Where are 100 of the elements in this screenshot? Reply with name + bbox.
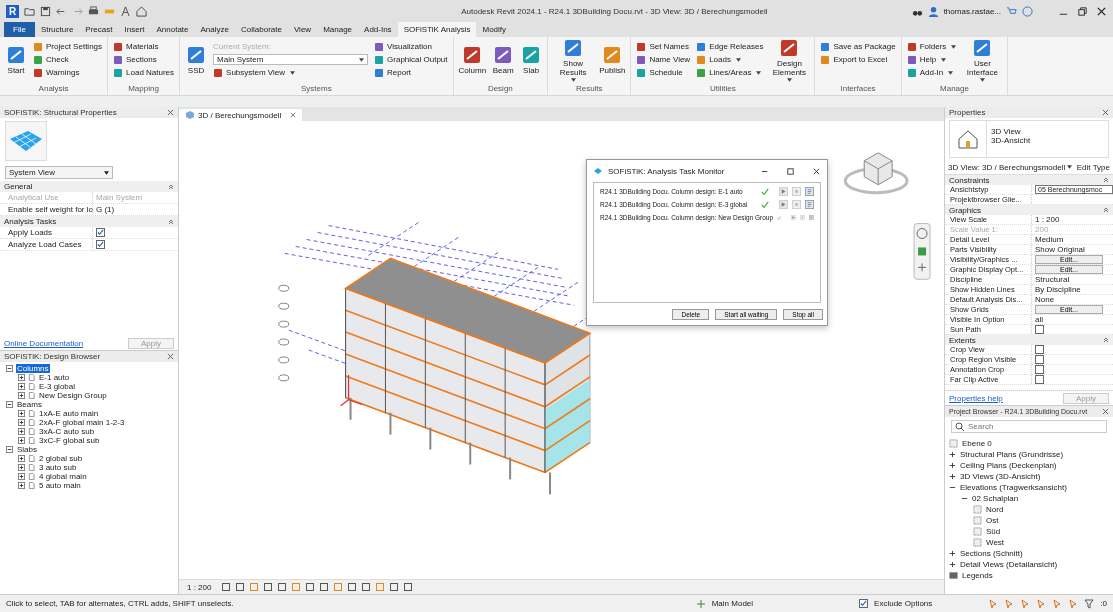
view-control-icon[interactable] — [403, 582, 414, 592]
property-value[interactable]: Medium — [1031, 235, 1113, 244]
view-control-icon[interactable] — [235, 582, 246, 592]
collapse-icon[interactable] — [6, 446, 13, 453]
system-dropdown[interactable]: Main System — [213, 54, 369, 65]
view-scale[interactable]: 1 : 200 — [187, 582, 212, 592]
menu-tab[interactable]: Analyze — [194, 22, 235, 37]
menu-tab[interactable]: Modify — [476, 22, 513, 37]
checkbox[interactable] — [1035, 375, 1044, 384]
ribbon-button[interactable]: Sections — [113, 54, 175, 65]
caret-icon[interactable] — [290, 70, 296, 75]
home-icon[interactable] — [136, 5, 147, 17]
property-value[interactable]: 1 : 200 — [1031, 215, 1113, 224]
ribbon-button[interactable]: User Interface — [962, 37, 1003, 82]
checkbox[interactable] — [1035, 355, 1044, 364]
save-icon[interactable] — [40, 5, 51, 17]
ribbon-button[interactable]: Subsystem View — [213, 67, 369, 78]
checkbox[interactable] — [1035, 365, 1044, 374]
edit-type-button[interactable]: Edit Type — [1076, 162, 1110, 172]
expand-icon[interactable] — [18, 410, 25, 417]
caret-icon[interactable] — [1067, 165, 1073, 169]
tree-item[interactable]: 3 auto sub — [38, 463, 78, 472]
view-control-icon[interactable] — [305, 582, 316, 592]
expand-icon[interactable] — [18, 383, 25, 390]
maximize-icon[interactable] — [786, 166, 795, 176]
tree-item[interactable]: 3xA-C auto sub — [38, 427, 96, 436]
expand-icon[interactable] — [18, 464, 25, 471]
ribbon-button[interactable]: Set Names — [636, 41, 691, 52]
collapse-icon[interactable] — [6, 365, 13, 372]
ribbon-button[interactable]: Beam — [492, 44, 515, 75]
expand-icon[interactable] — [18, 419, 25, 426]
ribbon-button[interactable]: Report — [374, 67, 448, 78]
help-link[interactable]: Online Documentation — [4, 338, 84, 348]
tree-item[interactable]: 2xA-F global main 1-2-3 — [38, 418, 126, 427]
tree-item[interactable]: Structural Plans (Grundrisse) — [959, 450, 1065, 459]
collapse-icon[interactable] — [1103, 177, 1109, 183]
plus-icon[interactable] — [949, 451, 956, 458]
caret-icon[interactable] — [948, 70, 954, 75]
tree-item[interactable]: Legends — [961, 571, 994, 580]
selection-icon[interactable] — [1020, 598, 1031, 609]
search-field[interactable]: Search — [951, 420, 1107, 433]
menu-tab[interactable]: Add-Ins — [358, 22, 398, 37]
caret-icon[interactable] — [570, 78, 576, 82]
instance-dropdown[interactable]: 3D View: 3D / Berechungsmodell — [948, 162, 1073, 172]
expand-icon[interactable] — [18, 482, 25, 489]
menu-tab[interactable]: Precast — [79, 22, 119, 37]
view-control-icon[interactable] — [221, 582, 232, 592]
expand-icon[interactable] — [18, 428, 25, 435]
ribbon-button[interactable]: Graphical Output — [374, 54, 448, 65]
tree-item[interactable]: New Design Group — [38, 391, 108, 400]
caret-icon[interactable] — [951, 44, 957, 49]
worksharing-icon[interactable] — [695, 598, 706, 609]
caret-icon[interactable] — [359, 57, 365, 62]
view-control-icon[interactable] — [263, 582, 274, 592]
folder-icon[interactable] — [24, 5, 35, 17]
app-logo[interactable]: R — [6, 4, 19, 18]
ribbon-button[interactable]: Name View — [636, 54, 691, 65]
selection-icon[interactable] — [988, 598, 999, 609]
ribbon-button[interactable]: Slab — [520, 44, 543, 75]
collapse-icon[interactable] — [1103, 337, 1109, 343]
tree-item[interactable]: 3xC-F global sub — [38, 436, 101, 445]
filter-icon[interactable] — [1084, 598, 1095, 609]
view-control-icon[interactable] — [347, 582, 358, 592]
expand-icon[interactable] — [18, 473, 25, 480]
ribbon-button[interactable]: Column — [458, 44, 487, 75]
document-tab[interactable]: 3D / Berechungsmodell — [179, 109, 303, 121]
tree-item[interactable]: Beams — [16, 400, 43, 409]
play-icon[interactable] — [779, 187, 788, 196]
plus-icon[interactable] — [949, 462, 956, 469]
text-icon[interactable] — [120, 5, 131, 17]
ribbon-button[interactable]: Export to Excel — [820, 54, 896, 65]
view-control-icon[interactable] — [277, 582, 288, 592]
ribbon-button[interactable]: Save as Package — [820, 41, 896, 52]
caret-icon[interactable] — [756, 70, 762, 75]
checkbox[interactable] — [96, 240, 105, 249]
menu-tab[interactable]: Structure — [34, 22, 80, 37]
caret-icon[interactable] — [979, 78, 985, 82]
view-control-icon[interactable] — [389, 582, 400, 592]
help-link[interactable]: Properties help — [949, 393, 1003, 403]
caret-icon[interactable] — [786, 78, 792, 82]
cart-icon[interactable] — [1006, 5, 1017, 17]
selection-icon[interactable] — [1004, 598, 1015, 609]
restore-icon[interactable] — [1077, 5, 1088, 17]
tree-item[interactable]: 5 auto main — [38, 481, 82, 490]
ribbon-button[interactable]: Check — [33, 54, 103, 65]
caret-icon[interactable] — [735, 57, 741, 62]
ribbon-button[interactable]: Publish — [599, 44, 626, 75]
close-icon[interactable] — [1096, 5, 1107, 17]
property-value[interactable]: all — [1031, 315, 1113, 324]
tree-item[interactable]: Elevations (Tragwerksansicht) — [959, 483, 1068, 492]
collapse-icon[interactable] — [168, 183, 174, 190]
selection-icon[interactable] — [1036, 598, 1047, 609]
menu-tab[interactable]: Manage — [317, 22, 359, 37]
ribbon-button[interactable]: Lines/Areas — [696, 67, 764, 78]
property-value[interactable]: By Discipline — [1031, 285, 1113, 294]
ribbon-button[interactable]: Add-In — [906, 67, 957, 78]
user-name[interactable]: thomas.rastae... — [943, 6, 1001, 16]
ribbon-button[interactable]: Help — [906, 54, 957, 65]
tree-item[interactable]: 3D Views (3D-Ansicht) — [959, 472, 1042, 481]
type-selector[interactable]: 3D View 3D-Ansicht — [949, 120, 1109, 158]
